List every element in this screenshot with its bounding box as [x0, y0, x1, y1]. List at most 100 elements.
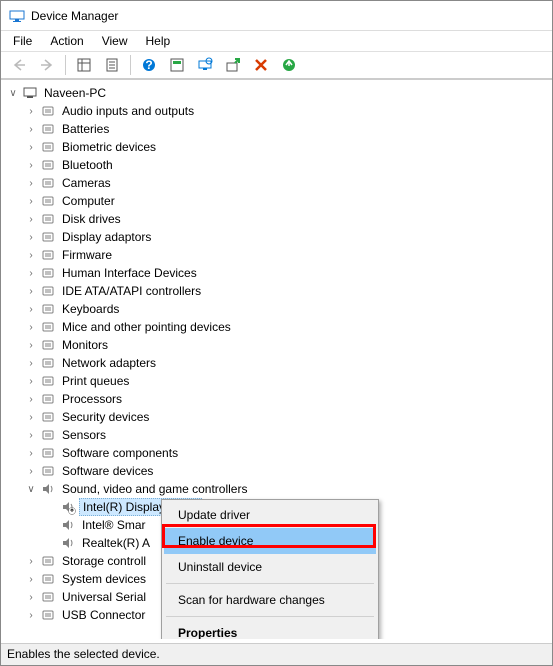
enable-button[interactable]: [277, 53, 301, 77]
device-icon: [40, 373, 56, 389]
tree-category-label: Sensors: [59, 427, 109, 443]
expand-icon[interactable]: ›: [25, 393, 37, 405]
device-icon: [40, 355, 56, 371]
tree-category[interactable]: ›Computer: [1, 192, 552, 210]
tree-category[interactable]: ›Keyboards: [1, 300, 552, 318]
device-icon: [40, 319, 56, 335]
tree-category[interactable]: › Display adaptors: [1, 228, 552, 246]
expand-icon[interactable]: ›: [25, 375, 37, 387]
expand-icon[interactable]: ›: [25, 591, 37, 603]
device-icon: [40, 445, 56, 461]
update-driver-button[interactable]: [221, 53, 245, 77]
expand-icon[interactable]: ›: [25, 267, 37, 279]
device-icon: [40, 337, 56, 353]
toolbar: ?: [1, 51, 552, 79]
expand-icon[interactable]: ›: [25, 465, 37, 477]
toolbar-separator: [65, 55, 66, 75]
menu-help[interactable]: Help: [138, 32, 179, 50]
expand-icon[interactable]: ›: [25, 213, 37, 225]
forward-button[interactable]: [35, 53, 59, 77]
ctx-uninstall-device[interactable]: Uninstall device: [164, 554, 376, 580]
tree-category[interactable]: ›Software components: [1, 444, 552, 462]
tree-category[interactable]: › Security devices: [1, 408, 552, 426]
expand-icon[interactable]: ›: [25, 177, 37, 189]
expand-icon[interactable]: ›: [25, 231, 37, 243]
expand-icon[interactable]: ›: [25, 195, 37, 207]
tree-category[interactable]: ›Monitors: [1, 336, 552, 354]
expand-icon[interactable]: ›: [25, 321, 37, 333]
device-tree[interactable]: ∨ Naveen-PC ›Audio inputs and outputs›Ba…: [1, 79, 552, 639]
ctx-update-driver[interactable]: Update driver: [164, 502, 376, 528]
statusbar-text: Enables the selected device.: [7, 647, 160, 661]
menu-view[interactable]: View: [94, 32, 136, 50]
ctx-separator: [166, 616, 374, 617]
tree-category[interactable]: ›Audio inputs and outputs: [1, 102, 552, 120]
expand-icon[interactable]: ›: [25, 429, 37, 441]
ctx-enable-device[interactable]: Enable device: [164, 528, 376, 554]
device-icon: [40, 301, 56, 317]
expand-icon[interactable]: ›: [25, 123, 37, 135]
ctx-scan-hardware[interactable]: Scan for hardware changes: [164, 587, 376, 613]
tree-category[interactable]: ∨ Sound, video and game controllers: [1, 480, 552, 498]
expand-icon[interactable]: ›: [25, 339, 37, 351]
expand-icon[interactable]: ›: [25, 447, 37, 459]
back-button[interactable]: [7, 53, 31, 77]
tree-category-label: Processors: [59, 391, 125, 407]
tree-category[interactable]: ›Network adapters: [1, 354, 552, 372]
help-button[interactable]: ?: [137, 53, 161, 77]
tree-category[interactable]: ›Disk drives: [1, 210, 552, 228]
expand-icon[interactable]: ›: [25, 357, 37, 369]
device-icon: [40, 247, 56, 263]
menu-file[interactable]: File: [5, 32, 40, 50]
menu-action[interactable]: Action: [42, 32, 91, 50]
expand-icon[interactable]: ›: [25, 411, 37, 423]
tree-category[interactable]: ›Firmware: [1, 246, 552, 264]
expand-icon[interactable]: ›: [25, 285, 37, 297]
expand-icon[interactable]: ›: [25, 249, 37, 261]
tree-category[interactable]: ›Human Interface Devices: [1, 264, 552, 282]
expand-icon[interactable]: ›: [25, 105, 37, 117]
tree-category[interactable]: › Sensors: [1, 426, 552, 444]
tree-category[interactable]: › Processors: [1, 390, 552, 408]
tree-category[interactable]: ›IDE ATA/ATAPI controllers: [1, 282, 552, 300]
device-icon: [40, 589, 56, 605]
expand-icon[interactable]: ›: [25, 609, 37, 621]
tree-category[interactable]: › Software devices: [1, 462, 552, 480]
tree-category[interactable]: › Batteries: [1, 120, 552, 138]
tree-category-label: Bluetooth: [59, 157, 116, 173]
tree-category-label: Biometric devices: [59, 139, 159, 155]
expand-icon[interactable]: ∨: [7, 87, 19, 99]
tree-category-label: Storage controll: [59, 553, 149, 569]
tree-device-label: Realtek(R) A: [79, 535, 153, 551]
ctx-separator: [166, 583, 374, 584]
speaker-icon: [60, 499, 76, 515]
expand-icon[interactable]: ›: [25, 159, 37, 171]
tree-category[interactable]: ›Print queues: [1, 372, 552, 390]
device-icon: [40, 211, 56, 227]
ctx-properties[interactable]: Properties: [164, 620, 376, 639]
tree-category[interactable]: ›Mice and other pointing devices: [1, 318, 552, 336]
tree-category-label: Software devices: [59, 463, 156, 479]
tree-category[interactable]: ›Cameras: [1, 174, 552, 192]
tree-category-label: Display adaptors: [59, 229, 154, 245]
device-icon: [40, 103, 56, 119]
expand-icon[interactable]: ∨: [25, 483, 37, 495]
tree-category-label: Sound, video and game controllers: [59, 481, 250, 497]
tree-category[interactable]: › Biometric devices: [1, 138, 552, 156]
tree-category-label: System devices: [59, 571, 149, 587]
tree-category[interactable]: › Bluetooth: [1, 156, 552, 174]
expand-icon[interactable]: ›: [25, 303, 37, 315]
uninstall-button[interactable]: [249, 53, 273, 77]
action-button[interactable]: [165, 53, 189, 77]
show-hide-tree-button[interactable]: [72, 53, 96, 77]
expand-icon[interactable]: ›: [25, 573, 37, 585]
expand-icon[interactable]: ›: [25, 555, 37, 567]
properties-button[interactable]: [100, 53, 124, 77]
scan-hardware-button[interactable]: [193, 53, 217, 77]
tree-category-label: Security devices: [59, 409, 152, 425]
device-icon: [40, 463, 56, 479]
tree-category-label: Batteries: [59, 121, 112, 137]
expand-icon[interactable]: ›: [25, 141, 37, 153]
speaker-icon: [40, 481, 56, 497]
tree-root[interactable]: ∨ Naveen-PC: [1, 84, 552, 102]
